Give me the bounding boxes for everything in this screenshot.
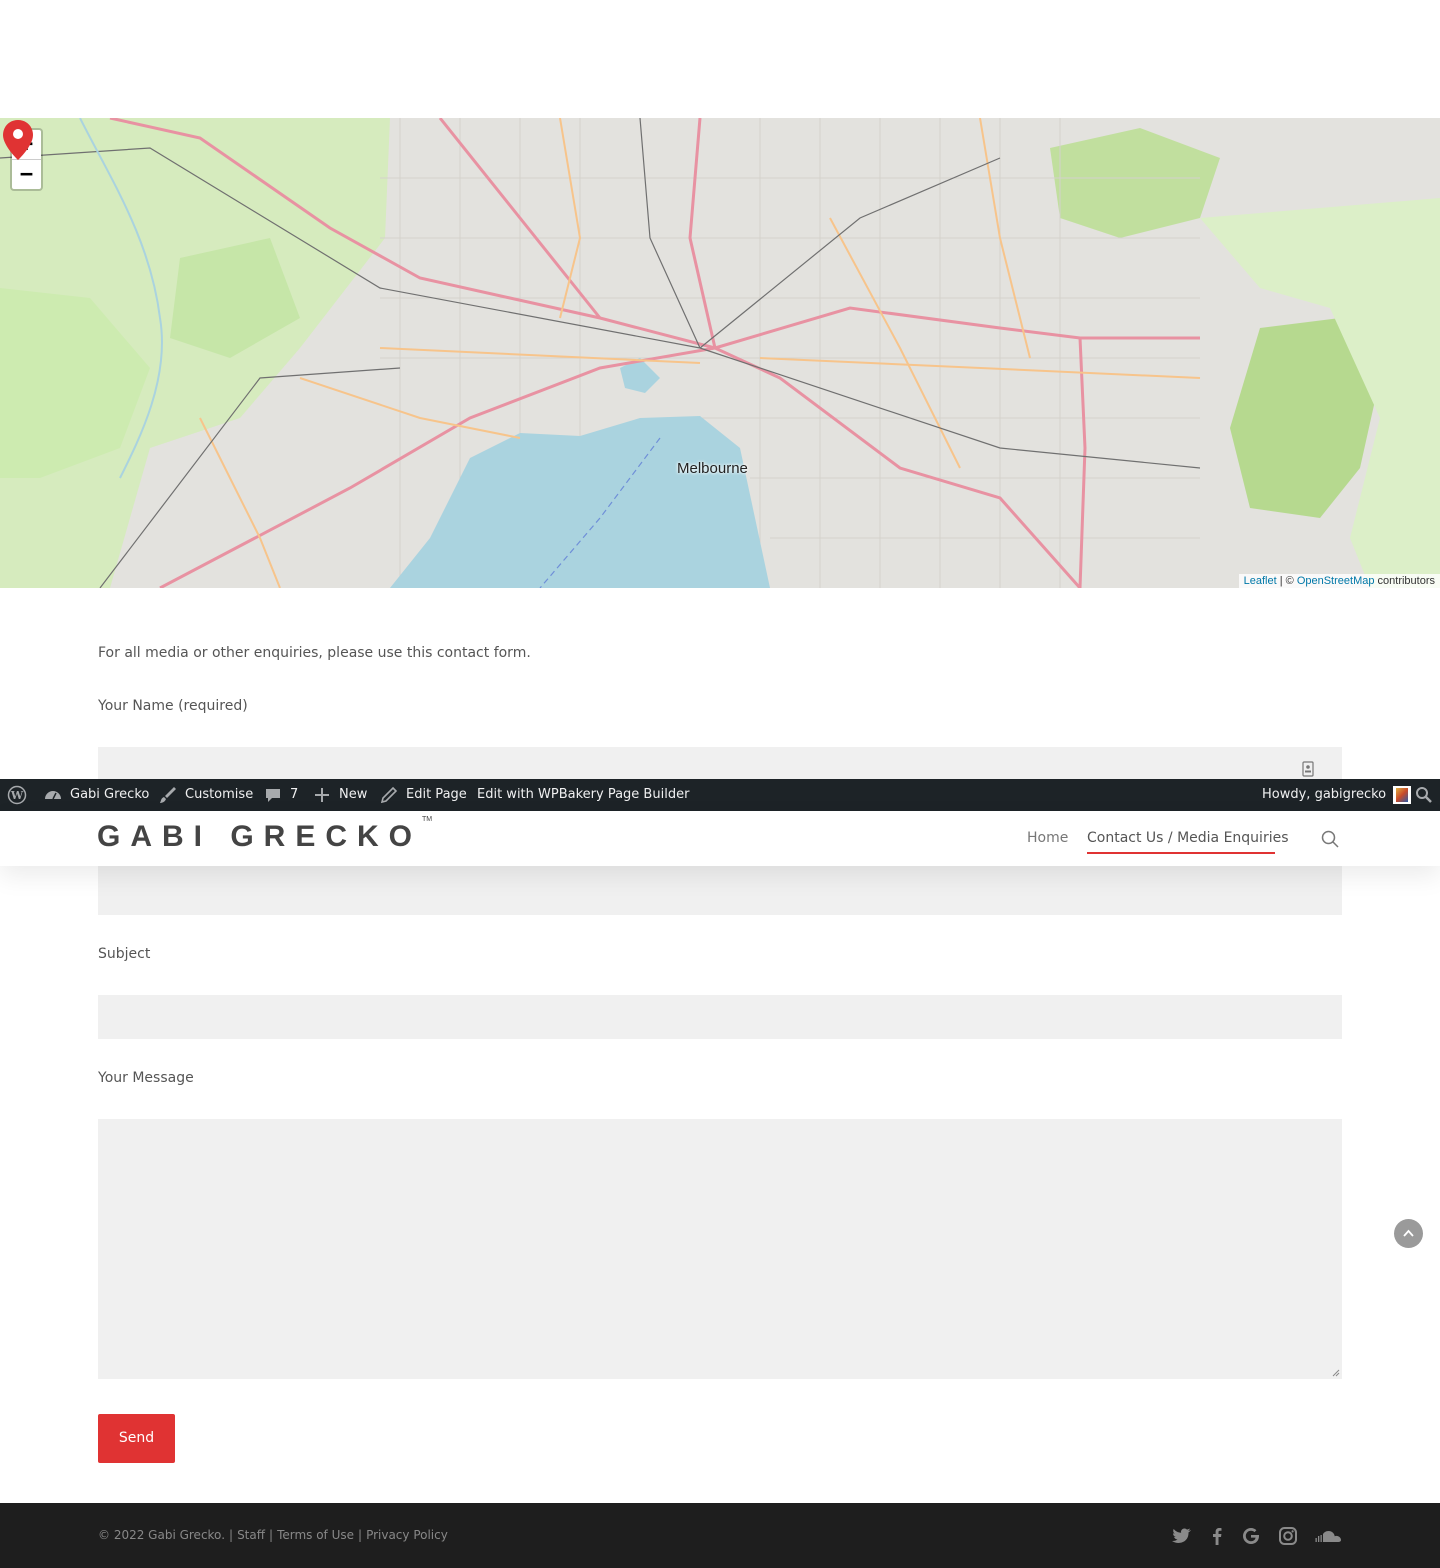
site-name-menu[interactable]: Gabi Grecko	[43, 779, 149, 811]
site-logo[interactable]: GABI GRECKOTM	[97, 816, 432, 854]
nav-contact[interactable]: Contact Us / Media Enquiries	[1087, 830, 1289, 846]
footer-separator: |	[229, 1528, 234, 1542]
name-input[interactable]	[98, 747, 1342, 779]
leaflet-link[interactable]: Leaflet	[1244, 575, 1277, 587]
google-icon[interactable]	[1240, 1525, 1262, 1547]
contact-card-icon[interactable]	[1302, 761, 1314, 777]
site-name-label: Gabi Grecko	[70, 787, 150, 802]
comments-menu[interactable]: 7	[263, 779, 298, 811]
wpbakery-label: Edit with WPBakery Page Builder	[477, 787, 690, 802]
avatar	[1393, 786, 1412, 804]
form-intro: For all media or other enquiries, please…	[98, 645, 531, 661]
send-button[interactable]: Send	[98, 1414, 175, 1463]
svg-text:W: W	[10, 789, 24, 802]
dashboard-icon	[45, 791, 61, 800]
logo-trademark: TM	[422, 816, 433, 823]
nav-active-underline	[1087, 852, 1275, 854]
copyright-text: © 2022 Gabi Grecko.	[98, 1528, 226, 1542]
map-marker-icon[interactable]	[0, 118, 36, 162]
map-city-label: Melbourne	[677, 460, 748, 477]
map-tiles[interactable]	[0, 118, 1440, 588]
comments-count: 7	[290, 787, 299, 802]
soundcloud-icon[interactable]	[1314, 1525, 1344, 1547]
wordpress-menu[interactable]: W	[7, 779, 27, 811]
message-textarea[interactable]	[98, 1119, 1342, 1379]
chevron-up-icon	[1403, 1229, 1414, 1237]
wpbakery-menu[interactable]: Edit with WPBakery Page Builder	[477, 779, 689, 811]
map[interactable]: + − Melbourne Leaflet | © OpenStreetMap …	[0, 118, 1440, 588]
attribution-suffix: contributors	[1374, 575, 1435, 587]
brush-icon	[160, 787, 176, 803]
wordpress-logo-icon: W	[7, 785, 27, 805]
new-label: New	[339, 787, 368, 802]
name-label: Your Name (required)	[98, 698, 248, 714]
search-icon[interactable]	[1321, 830, 1339, 848]
facebook-icon[interactable]	[1206, 1525, 1228, 1547]
nav-home[interactable]: Home	[1027, 830, 1068, 846]
edit-page-menu[interactable]: Edit Page	[379, 779, 467, 811]
email-input[interactable]	[98, 866, 1342, 915]
footer-copyright: © 2022 Gabi Grecko. | Staff | Terms of U…	[98, 1528, 448, 1542]
account-menu[interactable]: Howdy, gabigrecko	[1262, 779, 1412, 811]
footer-separator: |	[269, 1528, 274, 1542]
new-content-menu[interactable]: New	[312, 779, 367, 811]
zoom-out-button[interactable]: −	[12, 160, 41, 189]
search-icon	[1416, 787, 1432, 803]
pencil-icon	[380, 786, 398, 804]
twitter-icon[interactable]	[1171, 1525, 1193, 1547]
wp-admin-bar: W Gabi Grecko Customise 7 New Edit Page	[0, 779, 1440, 811]
customise-menu[interactable]: Customise	[158, 779, 253, 811]
openstreetmap-link[interactable]: OpenStreetMap	[1297, 575, 1375, 587]
footer-separator: |	[358, 1528, 363, 1542]
footer-link-staff[interactable]: Staff	[237, 1528, 265, 1542]
map-attribution: Leaflet | © OpenStreetMap contributors	[1238, 574, 1440, 588]
logo-text: GABI GRECKO	[97, 820, 423, 853]
footer-link-privacy[interactable]: Privacy Policy	[366, 1528, 448, 1542]
instagram-icon[interactable]	[1277, 1525, 1299, 1547]
resize-handle-icon[interactable]	[1332, 1369, 1340, 1377]
plus-icon	[315, 788, 329, 802]
message-label: Your Message	[98, 1070, 194, 1086]
admin-search-button[interactable]	[1414, 779, 1434, 811]
footer-link-terms[interactable]: Terms of Use	[277, 1528, 354, 1542]
site-footer: © 2022 Gabi Grecko. | Staff | Terms of U…	[0, 1503, 1440, 1568]
scroll-to-top-button[interactable]	[1394, 1219, 1423, 1248]
customise-label: Customise	[185, 787, 254, 802]
site-header: GABI GRECKOTM Home Contact Us / Media En…	[0, 811, 1440, 866]
comment-icon	[266, 789, 280, 802]
howdy-label: Howdy, gabigrecko	[1262, 787, 1387, 802]
subject-label: Subject	[98, 946, 151, 962]
edit-page-label: Edit Page	[406, 787, 467, 802]
subject-input[interactable]	[98, 995, 1342, 1039]
attribution-separator: | ©	[1276, 575, 1297, 587]
